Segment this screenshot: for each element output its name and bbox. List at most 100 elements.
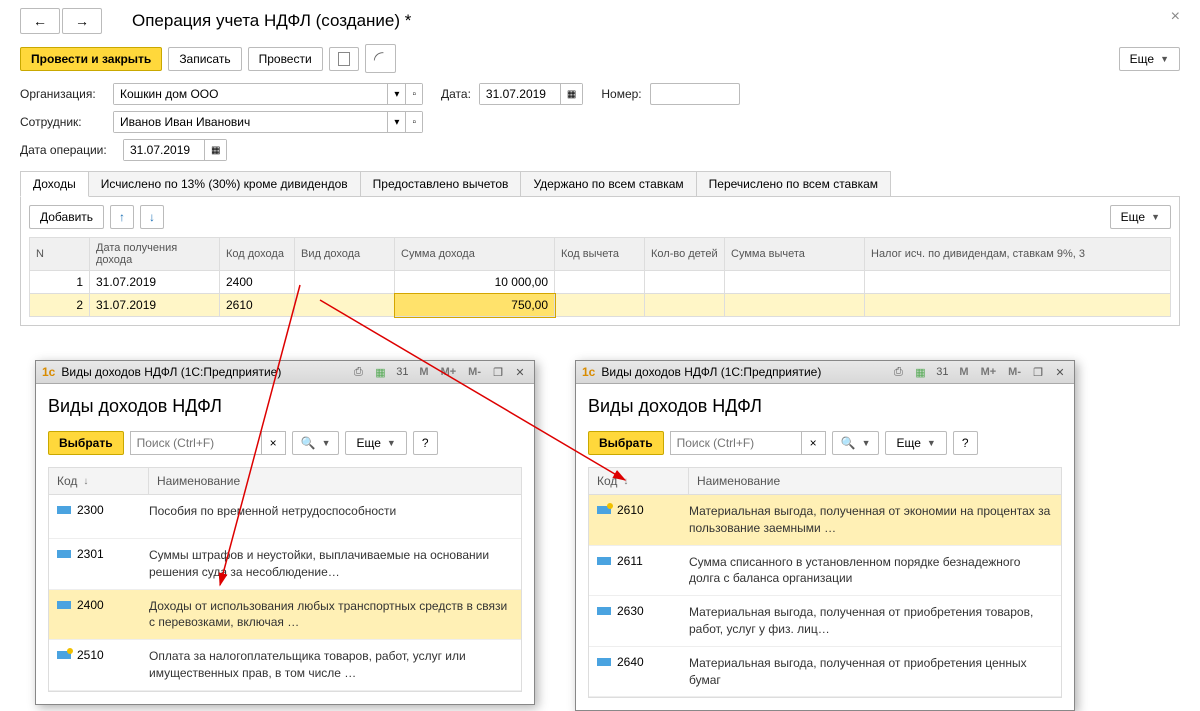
number-field[interactable]	[650, 83, 740, 105]
th-code[interactable]: Код дохода	[220, 238, 295, 271]
back-button[interactable]: ←	[20, 8, 60, 34]
th-tax[interactable]: Налог исч. по дивидендам, ставкам 9%, 3	[865, 238, 1171, 271]
save-button[interactable]: Записать	[168, 47, 241, 71]
number-label: Номер:	[601, 87, 641, 101]
search-input[interactable]: ×	[130, 431, 286, 455]
restore-icon[interactable]: ❐	[490, 364, 506, 380]
item-icon	[57, 550, 71, 558]
chevron-down-icon: ▼	[1160, 54, 1169, 64]
m-minus-button[interactable]: M-	[465, 366, 484, 378]
print-icon[interactable]: ⎙	[890, 364, 906, 380]
select-button[interactable]: Выбрать	[588, 431, 664, 455]
page-title: Операция учета НДФЛ (создание) *	[132, 11, 411, 31]
th-date[interactable]: Дата получения дохода	[90, 238, 220, 271]
list-item[interactable]: 2610Материальная выгода, полученная от э…	[589, 495, 1061, 546]
move-down-button[interactable]: ↓	[140, 205, 164, 229]
item-icon	[597, 557, 611, 565]
open-icon[interactable]: ▫	[405, 112, 422, 132]
grid-icon[interactable]: ▦	[912, 364, 928, 380]
popup-title: Виды доходов НДФЛ	[48, 396, 522, 417]
m-plus-button[interactable]: M+	[978, 366, 1000, 378]
tab-paid[interactable]: Перечислено по всем ставкам	[696, 171, 891, 196]
close-icon[interactable]: ✕	[1052, 364, 1068, 380]
app-icon: 1c	[582, 365, 595, 379]
item-icon	[57, 601, 71, 609]
item-icon	[597, 506, 611, 514]
th-deduct-code[interactable]: Код вычета	[555, 238, 645, 271]
col-code[interactable]: Код↓	[589, 468, 689, 494]
col-name[interactable]: Наименование	[149, 468, 248, 494]
chevron-down-icon: ▼	[1151, 212, 1160, 222]
item-icon	[57, 506, 71, 514]
m-minus-button[interactable]: M-	[1005, 366, 1024, 378]
col-name[interactable]: Наименование	[689, 468, 788, 494]
m-plus-button[interactable]: M+	[438, 366, 460, 378]
org-field[interactable]: ▾ ▫	[113, 83, 423, 105]
income-table: N Дата получения дохода Код дохода Вид д…	[29, 237, 1171, 317]
commit-close-button[interactable]: Провести и закрыть	[20, 47, 162, 71]
list-item[interactable]: 2301Суммы штрафов и неустойки, выплачива…	[49, 539, 521, 590]
employee-label: Сотрудник:	[20, 115, 105, 129]
tab-withheld[interactable]: Удержано по всем ставкам	[520, 171, 696, 196]
opdate-field[interactable]: ▦	[123, 139, 227, 161]
attach-button[interactable]: ⌒	[365, 44, 396, 73]
col-code[interactable]: Код↓	[49, 468, 149, 494]
list-item[interactable]: 2640Материальная выгода, полученная от п…	[589, 647, 1061, 698]
forward-button[interactable]: →	[62, 8, 102, 34]
tab-income[interactable]: Доходы	[20, 171, 89, 197]
search-input[interactable]: ×	[670, 431, 826, 455]
search-button[interactable]: 🔍▼	[292, 431, 340, 455]
clear-search-icon[interactable]: ×	[801, 432, 825, 454]
th-deduct-sum[interactable]: Сумма вычета	[725, 238, 865, 271]
th-sum[interactable]: Сумма дохода	[395, 238, 555, 271]
help-button[interactable]: ?	[953, 431, 978, 455]
tab-calc13[interactable]: Исчислено по 13% (30%) кроме дивидендов	[88, 171, 361, 196]
calendar-icon[interactable]: 31	[934, 364, 950, 380]
print-icon[interactable]: ⎙	[350, 364, 366, 380]
calendar-icon[interactable]: 31	[394, 364, 410, 380]
open-icon[interactable]: ▫	[405, 84, 422, 104]
m-button[interactable]: M	[956, 366, 971, 378]
th-n[interactable]: N	[30, 238, 90, 271]
select-button[interactable]: Выбрать	[48, 431, 124, 455]
document-icon	[338, 52, 350, 66]
opdate-label: Дата операции:	[20, 143, 115, 157]
date-label: Дата:	[441, 87, 471, 101]
m-button[interactable]: M	[416, 366, 431, 378]
help-button[interactable]: ?	[413, 431, 438, 455]
search-button[interactable]: 🔍▼	[832, 431, 880, 455]
move-up-button[interactable]: ↑	[110, 205, 134, 229]
sort-down-icon: ↓	[623, 476, 628, 487]
th-type[interactable]: Вид дохода	[295, 238, 395, 271]
th-children[interactable]: Кол-во детей	[645, 238, 725, 271]
table-row[interactable]: 131.07.2019240010 000,00	[30, 271, 1171, 294]
clear-search-icon[interactable]: ×	[261, 432, 285, 454]
app-icon: 1c	[42, 365, 55, 379]
more-button[interactable]: Еще▼	[885, 431, 946, 455]
item-icon	[597, 607, 611, 615]
list-item[interactable]: 2300Пособия по временной нетрудоспособно…	[49, 495, 521, 539]
restore-icon[interactable]: ❐	[1030, 364, 1046, 380]
table-row[interactable]: 231.07.20192610750,00	[30, 294, 1171, 317]
grid-icon[interactable]: ▦	[372, 364, 388, 380]
dropdown-icon[interactable]: ▾	[387, 112, 405, 132]
calendar-icon[interactable]: ▦	[204, 140, 226, 160]
dropdown-icon[interactable]: ▾	[387, 84, 405, 104]
close-icon[interactable]: ×	[1171, 8, 1180, 26]
list-item[interactable]: 2611Сумма списанного в установленном пор…	[589, 546, 1061, 597]
list-item[interactable]: 2510Оплата за налогоплательщика товаров,…	[49, 640, 521, 691]
org-label: Организация:	[20, 87, 105, 101]
more-button[interactable]: Еще▼	[1110, 205, 1171, 229]
document-icon-button[interactable]	[329, 47, 359, 71]
more-button[interactable]: Еще▼	[345, 431, 406, 455]
close-icon[interactable]: ✕	[512, 364, 528, 380]
add-button[interactable]: Добавить	[29, 205, 104, 229]
calendar-icon[interactable]: ▦	[560, 84, 582, 104]
list-item[interactable]: 2630Материальная выгода, полученная от п…	[589, 596, 1061, 647]
commit-button[interactable]: Провести	[248, 47, 323, 71]
employee-field[interactable]: ▾ ▫	[113, 111, 423, 133]
more-button[interactable]: Еще▼	[1119, 47, 1180, 71]
tab-deductions[interactable]: Предоставлено вычетов	[360, 171, 522, 196]
list-item[interactable]: 2400Доходы от использования любых трансп…	[49, 590, 521, 641]
date-field[interactable]: ▦	[479, 83, 583, 105]
